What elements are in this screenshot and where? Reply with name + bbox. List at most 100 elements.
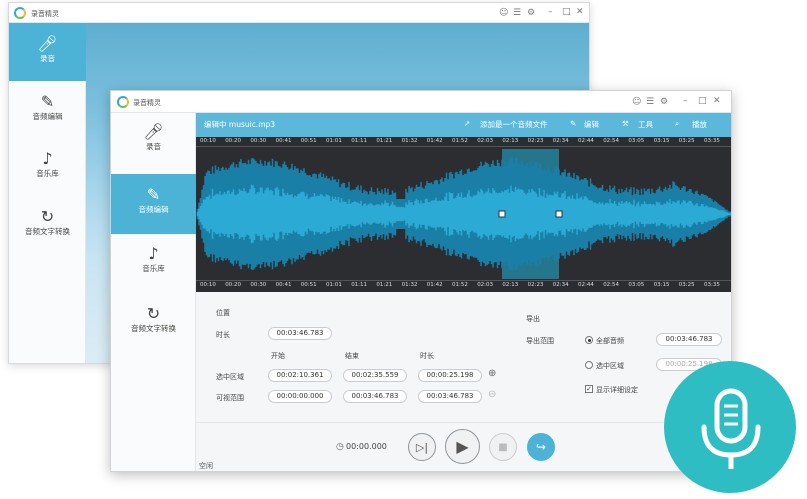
- export-range-label: 导出范围: [526, 337, 554, 345]
- export-label: 导出: [526, 315, 540, 323]
- ruler-tick-label: 01:32: [401, 282, 418, 288]
- convert-icon: ↻: [146, 304, 161, 323]
- zoom-out-icon[interactable]: ⊖: [488, 389, 496, 400]
- export-all-radio[interactable]: [585, 336, 593, 344]
- sidebar-item-edit[interactable]: ✎ 音频编辑: [111, 174, 196, 234]
- ruler-tick-label: 01:21: [376, 282, 393, 288]
- ruler-tick-label: 02:44: [578, 138, 594, 144]
- microphone-icon: 🎤︎: [143, 122, 164, 141]
- ruler-tick-label: 03:15: [653, 138, 670, 144]
- selected-start-field[interactable]: 00:02:10.361: [268, 369, 332, 382]
- visible-start-field[interactable]: 00:00:00.000: [268, 390, 332, 403]
- playback-button[interactable]: 播放: [692, 119, 707, 130]
- ruler-tick-label: 00:30: [250, 138, 267, 144]
- selected-range-label: 选中区域: [216, 373, 244, 381]
- maximize-icon[interactable]: □: [698, 96, 707, 106]
- sidebar: 🎤︎ 录音 ✎ 音频编辑 ♪ 音乐库 ↻ 音频文字转换: [111, 113, 196, 471]
- timeline-ruler-bottom: 00:10 00:20 00:30 00:41 00:51 01:01 01:11 01:21…: [196, 280, 731, 290]
- menu-icon[interactable]: ☰: [646, 97, 654, 107]
- add-file-button[interactable]: 添加最一个音频文件: [480, 119, 548, 130]
- clock-icon: ◷: [336, 442, 344, 452]
- back-sidebar-item-edit[interactable]: ✎ 音频编辑: [9, 93, 86, 143]
- visible-end-field[interactable]: 00:03:46.783: [343, 390, 407, 403]
- waveform-panel[interactable]: 00:10 00:20 00:30 00:41 00:51 01:01 01:11 01:21…: [196, 137, 731, 292]
- back-sidebar-item-record[interactable]: 🎤︎ 录音: [9, 23, 86, 81]
- waveform[interactable]: [196, 149, 732, 279]
- stop-button[interactable]: ■: [489, 433, 517, 461]
- microphone-badge: [664, 361, 796, 493]
- duration-field[interactable]: 00:03:46.783: [268, 327, 332, 340]
- ruler-tick-label: 01:11: [351, 282, 368, 288]
- ruler-tick-label: 01:52: [452, 138, 468, 144]
- edit-button[interactable]: 编辑: [584, 119, 599, 130]
- export-all-field[interactable]: 00:03:46.783: [656, 333, 722, 346]
- close-icon[interactable]: ✕: [576, 7, 584, 17]
- music-list-icon: ♪: [42, 149, 53, 168]
- sidebar-label: 音乐库: [142, 264, 165, 273]
- back-app-title: 录音精灵: [31, 10, 59, 18]
- sidebar-item-record[interactable]: 🎤︎ 录音: [111, 123, 196, 173]
- play-button[interactable]: ▶: [445, 429, 480, 464]
- sidebar-item-library[interactable]: ♪ 音乐库: [111, 245, 196, 295]
- ruler-tick-label: 02:23: [527, 138, 544, 144]
- status-text: 空闲: [199, 462, 213, 470]
- ruler-tick-label: 02:13: [502, 138, 519, 144]
- ruler-tick-label: 00:10: [200, 282, 216, 288]
- edit-icon[interactable]: ✎: [570, 119, 576, 128]
- menu-icon[interactable]: ☰: [513, 8, 521, 18]
- selected-end-field[interactable]: 00:02:35.559: [343, 369, 407, 382]
- transport-bar: ◷ 00:00.000 ▷| ▶ ■ ↪ 空闲: [196, 422, 731, 471]
- sidebar-item-convert[interactable]: ↻ 音频文字转换: [111, 305, 196, 355]
- back-sidebar: 🎤︎ 录音 ✎ 音频编辑 ♪ 音乐库 ↻ 音频文字转换: [9, 23, 86, 363]
- minimize-icon[interactable]: –: [683, 96, 688, 106]
- ruler-tick-label: 00:20: [225, 138, 242, 144]
- music-list-icon: ♪: [148, 244, 159, 263]
- search-icon[interactable]: ⌕: [675, 119, 679, 129]
- export-button[interactable]: ↪: [527, 433, 555, 461]
- ruler-tick-label: 00:41: [275, 282, 292, 288]
- selection-handle[interactable]: [555, 210, 563, 218]
- show-details-checkbox[interactable]: ✓: [585, 385, 593, 393]
- minimize-icon[interactable]: –: [548, 7, 553, 17]
- ruler-tick-label: 02:13: [502, 282, 519, 288]
- ruler-tick-label: 02:03: [477, 138, 494, 144]
- ruler-tick-label: 02:44: [578, 282, 594, 288]
- app-logo-icon: [14, 7, 26, 19]
- user-icon[interactable]: ☺: [632, 97, 641, 107]
- gear-icon[interactable]: ⚙: [527, 8, 535, 18]
- selection-handle[interactable]: [498, 210, 506, 218]
- add-file-icon[interactable]: ↗: [464, 119, 470, 128]
- ruler-tick-label: 01:42: [426, 138, 443, 144]
- ruler-tick-label: 00:20: [225, 282, 242, 288]
- skip-button[interactable]: ▷|: [408, 433, 436, 461]
- export-selected-radio[interactable]: [585, 361, 593, 369]
- ruler-tick-label: 03:05: [628, 282, 645, 288]
- ruler-tick-label: 01:01: [326, 282, 342, 288]
- back-sidebar-label: 音频文字转换: [25, 227, 70, 236]
- ruler-tick-label: 00:41: [275, 138, 292, 144]
- zoom-in-icon[interactable]: ⊕: [488, 368, 496, 379]
- maximize-icon[interactable]: □: [562, 7, 571, 17]
- tools-icon[interactable]: ⚒: [622, 119, 629, 128]
- visible-length-field[interactable]: 00:03:46.783: [418, 390, 482, 403]
- ruler-tick-label: 02:03: [477, 282, 494, 288]
- gear-icon[interactable]: ⚙: [660, 97, 668, 107]
- duration-label: 时长: [216, 331, 230, 339]
- skip-icon: ▷|: [415, 440, 429, 454]
- back-sidebar-label: 音乐库: [36, 169, 59, 178]
- microphone-icon: [701, 388, 761, 469]
- ruler-tick-label: 01:32: [401, 138, 418, 144]
- parameters-panel: 位置 时长 00:03:46.783 开始 结束 时长 选中区域 00:02:1…: [196, 292, 731, 422]
- close-icon[interactable]: ✕: [713, 96, 721, 106]
- user-icon[interactable]: ☺: [499, 8, 508, 18]
- export-all-label: 全部音频: [596, 337, 624, 345]
- ruler-tick-label: 03:25: [678, 282, 695, 288]
- ruler-tick-label: 03:15: [653, 282, 670, 288]
- back-sidebar-item-library[interactable]: ♪ 音乐库: [9, 150, 86, 200]
- ruler-tick-label: 01:11: [351, 138, 368, 144]
- selected-length-field[interactable]: 00:00:25.198: [418, 369, 482, 382]
- ruler-tick-label: 03:35: [704, 138, 720, 144]
- back-sidebar-label: 录音: [40, 54, 55, 63]
- tools-button[interactable]: 工具: [638, 119, 653, 130]
- back-sidebar-item-convert[interactable]: ↻ 音频文字转换: [9, 208, 86, 258]
